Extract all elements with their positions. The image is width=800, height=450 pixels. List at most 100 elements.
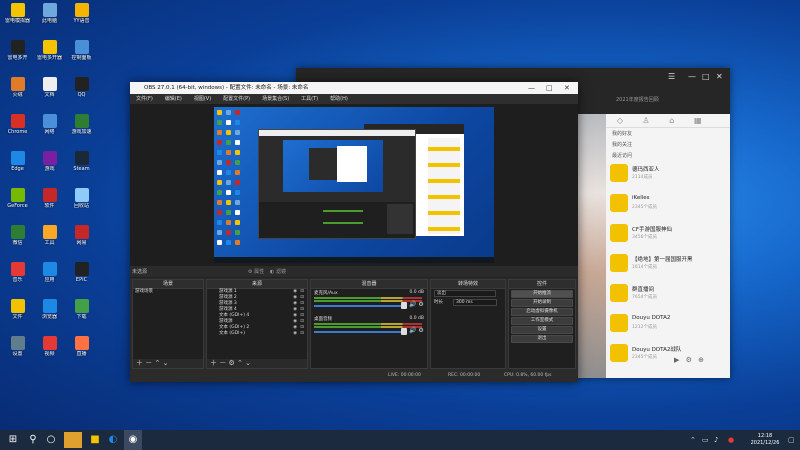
control-button[interactable]: 设置 bbox=[511, 326, 573, 334]
desktop-icon[interactable]: 回收站 bbox=[66, 187, 97, 221]
desktop-icon[interactable]: 火绒 bbox=[2, 76, 33, 110]
close-icon[interactable]: ✕ bbox=[716, 72, 723, 81]
duration-input[interactable]: 300 ms bbox=[453, 299, 497, 306]
desktop-icon[interactable]: 音乐 bbox=[2, 261, 33, 295]
up-icon[interactable]: ⌃ bbox=[237, 359, 243, 367]
speaker-icon[interactable]: 🔊 bbox=[409, 301, 416, 308]
contacts-tab-icon[interactable]: ◇ bbox=[610, 114, 630, 128]
task-view-icon[interactable]: ○ bbox=[42, 430, 60, 450]
settings-icon[interactable]: ⚙ bbox=[686, 356, 692, 364]
app-tray-icon[interactable]: ● bbox=[728, 430, 734, 450]
section-fans[interactable]: 我的关注 bbox=[606, 139, 730, 150]
desktop-icon[interactable]: YY语音 bbox=[66, 2, 97, 36]
volume-icon[interactable]: ♪ bbox=[714, 430, 718, 450]
desktop-icon[interactable]: Steam bbox=[66, 150, 97, 184]
desktop-icon[interactable]: 游戏加速 bbox=[66, 113, 97, 147]
file-explorer-icon[interactable] bbox=[64, 432, 82, 448]
gear-icon[interactable]: ⚙ bbox=[418, 301, 423, 308]
down-icon[interactable]: ⌄ bbox=[163, 359, 169, 367]
desktop-icon[interactable]: 视频 bbox=[34, 335, 65, 369]
add-icon[interactable]: ＋ bbox=[136, 359, 143, 367]
groups-tab-icon[interactable]: ⌂ bbox=[662, 114, 682, 128]
desktop-icon[interactable]: 雷电多开器 bbox=[34, 39, 65, 73]
desktop-icon[interactable]: 应用 bbox=[34, 261, 65, 295]
minimize-icon[interactable]: — bbox=[688, 72, 696, 81]
chat-list-item[interactable]: 【绝地】第一届国服开黑 1614个成员 bbox=[610, 252, 722, 276]
tray-arrow-icon[interactable]: ⌃ bbox=[690, 430, 696, 450]
desktop-icon[interactable]: EPIC bbox=[66, 261, 97, 295]
filters-button[interactable]: ◐ 滤镜 bbox=[270, 266, 286, 278]
remove-icon[interactable]: － bbox=[219, 359, 226, 367]
obs-menu-item[interactable]: 视图(V) bbox=[194, 96, 211, 102]
visibility-eye-icon[interactable]: ◉ bbox=[293, 331, 297, 337]
desktop-icon[interactable]: 浏览器 bbox=[34, 298, 65, 332]
search-icon[interactable]: ⚲ bbox=[24, 430, 42, 450]
desktop-icon[interactable]: 软件 bbox=[34, 187, 65, 221]
desktop-icon[interactable]: 此电脑 bbox=[34, 2, 65, 36]
control-button[interactable]: 工作室模式 bbox=[511, 317, 573, 325]
desktop-icon[interactable]: GeForce bbox=[2, 187, 33, 221]
desktop-icon[interactable]: 设置 bbox=[2, 335, 33, 369]
windows-start-icon[interactable]: ⊞ bbox=[4, 430, 22, 450]
obs-menu-item[interactable]: 配置文件(P) bbox=[223, 96, 250, 102]
maximize-icon[interactable]: □ bbox=[546, 82, 553, 94]
desktop-icon[interactable]: QQ bbox=[66, 76, 97, 110]
section-mine[interactable]: 我的好友 bbox=[606, 128, 730, 139]
obs-menu-item[interactable]: 帮助(H) bbox=[330, 96, 348, 102]
volume-slider[interactable] bbox=[314, 331, 406, 333]
down-icon[interactable]: ⌄ bbox=[245, 359, 251, 367]
menu-icon[interactable]: ☰ bbox=[668, 72, 675, 81]
obs-taskbar-icon[interactable]: ◉ bbox=[124, 430, 142, 450]
properties-button[interactable]: ⚙ 属性 bbox=[248, 266, 264, 278]
obs-menu-item[interactable]: 场景集合(S) bbox=[262, 96, 289, 102]
network-icon[interactable]: ▭ bbox=[702, 430, 709, 450]
volume-slider[interactable] bbox=[314, 305, 406, 307]
close-icon[interactable]: ✕ bbox=[564, 82, 570, 94]
chat-list-item[interactable]: 群直播间 7654个成员 bbox=[610, 282, 722, 306]
desktop-icon[interactable]: Chrome bbox=[2, 113, 33, 147]
desktop-icon[interactable]: 网易 bbox=[66, 224, 97, 258]
control-button[interactable]: 退出 bbox=[511, 335, 573, 343]
desktop-icon[interactable]: 下载 bbox=[66, 298, 97, 332]
gear-icon[interactable]: ⚙ bbox=[418, 327, 423, 334]
minimize-icon[interactable]: — bbox=[528, 82, 535, 94]
desktop-icon[interactable]: 工具 bbox=[34, 224, 65, 258]
notification-icon[interactable]: ▢ bbox=[788, 430, 795, 450]
desktop-icon[interactable]: 文件 bbox=[2, 298, 33, 332]
desktop-icon[interactable]: Edge bbox=[2, 150, 33, 184]
obs-preview[interactable] bbox=[130, 104, 578, 266]
desktop-icon[interactable]: 雷电模拟器 bbox=[2, 2, 33, 36]
chat-list-item[interactable]: CF手游国服神仙 3456个成员 bbox=[610, 222, 722, 246]
scene-item[interactable]: 游戏场景 bbox=[133, 289, 203, 295]
add-icon[interactable]: ⊕ bbox=[698, 356, 704, 364]
transition-select[interactable]: 淡出 bbox=[434, 290, 496, 297]
desktop-icon[interactable]: 游戏 bbox=[34, 150, 65, 184]
up-icon[interactable]: ⌃ bbox=[154, 359, 160, 367]
volume-slider-handle[interactable] bbox=[401, 302, 407, 309]
desktop-icon[interactable]: 网络 bbox=[34, 113, 65, 147]
chat-list-item[interactable]: Douyu DOTA2战队 2345个成员 bbox=[610, 342, 722, 366]
gear-icon[interactable]: ⚙ bbox=[228, 359, 234, 367]
video-icon[interactable]: ▶ bbox=[674, 356, 679, 364]
control-button[interactable]: 启动虚拟摄像机 bbox=[511, 308, 573, 316]
obs-menu-item[interactable]: 编辑(E) bbox=[165, 96, 182, 102]
desktop-icon[interactable]: 直播 bbox=[66, 335, 97, 369]
desktop-icon[interactable]: 微信 bbox=[2, 224, 33, 258]
control-button[interactable]: 开始推流 bbox=[511, 290, 573, 298]
chat-list-item[interactable]: iKelles 2345个成员 bbox=[610, 192, 722, 216]
add-icon[interactable]: ＋ bbox=[210, 359, 217, 367]
lock-icon[interactable]: ⊡ bbox=[300, 331, 304, 337]
speaker-icon[interactable]: 🔊 bbox=[409, 327, 416, 334]
game-app-icon[interactable]: ■ bbox=[86, 430, 104, 450]
section-recent[interactable]: 最近访问 bbox=[606, 150, 730, 161]
maximize-icon[interactable]: □ bbox=[702, 72, 710, 81]
edge-icon[interactable]: ◐ bbox=[104, 430, 122, 450]
desktop-icon[interactable]: 控制面板 bbox=[66, 39, 97, 73]
desktop-icon[interactable]: 文档 bbox=[34, 76, 65, 110]
friends-tab-icon[interactable]: ♙ bbox=[636, 114, 656, 128]
volume-slider-handle[interactable] bbox=[401, 328, 407, 335]
obs-menu-item[interactable]: 文件(F) bbox=[136, 96, 153, 102]
chat-list-item[interactable]: 德玛西亚人 2114成员 bbox=[610, 162, 722, 186]
chat-list-item[interactable]: Douyu DOTA2 1212个成员 bbox=[610, 312, 722, 336]
apps-tab-icon[interactable]: ▦ bbox=[688, 114, 708, 128]
